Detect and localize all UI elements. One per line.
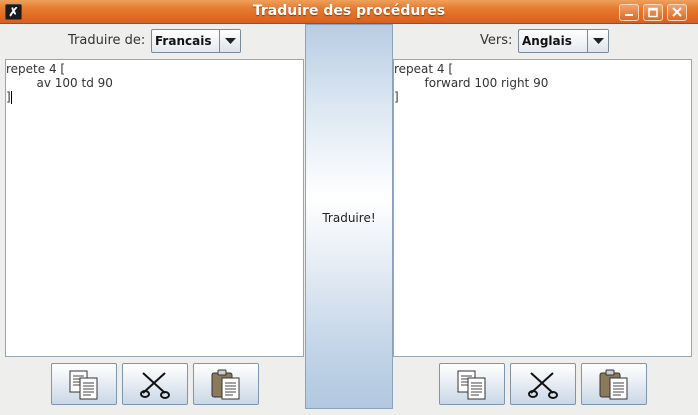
close-button[interactable] xyxy=(667,4,687,21)
source-code-editor[interactable]: repete 4 [ av 100 td 90 ] xyxy=(5,59,304,357)
target-language-value: Anglais xyxy=(522,34,572,48)
target-dropdown-button[interactable] xyxy=(587,30,608,52)
translate-button-label: Traduire! xyxy=(322,211,376,225)
source-language-label: Traduire de: xyxy=(68,33,146,48)
source-cut-button[interactable] xyxy=(122,363,188,405)
target-cut-button[interactable] xyxy=(510,363,576,405)
source-line: repete 4 [ xyxy=(6,62,66,76)
source-dropdown-button[interactable] xyxy=(219,30,240,52)
copy-icon xyxy=(457,370,486,400)
cut-icon xyxy=(140,372,170,399)
title-bar[interactable]: ✗ Traduire des procédures xyxy=(0,0,698,24)
target-code-editor[interactable]: repeat 4 [ forward 100 right 90 ] xyxy=(393,59,692,357)
window-title: Traduire des procédures xyxy=(252,3,446,19)
paste-icon xyxy=(599,369,628,400)
chevron-down-icon xyxy=(225,38,236,44)
source-line: av 100 td 90 xyxy=(6,76,113,90)
minimize-button[interactable] xyxy=(619,4,639,21)
cut-icon xyxy=(528,372,558,399)
text-caret xyxy=(11,91,12,104)
target-language-label: Vers: xyxy=(480,33,513,48)
source-copy-button[interactable] xyxy=(51,363,117,405)
target-line: ] xyxy=(394,90,399,104)
target-line: forward 100 right 90 xyxy=(394,76,549,90)
target-copy-button[interactable] xyxy=(439,363,505,405)
source-paste-button[interactable] xyxy=(193,363,259,405)
source-language-select[interactable]: Francais xyxy=(151,29,241,53)
target-language-select[interactable]: Anglais xyxy=(518,29,609,53)
paste-icon xyxy=(211,369,240,400)
chevron-down-icon xyxy=(593,38,604,44)
copy-icon xyxy=(69,370,98,400)
translate-button[interactable]: Traduire! xyxy=(305,24,393,409)
minimize-icon xyxy=(625,14,633,16)
maximize-icon xyxy=(648,7,658,18)
target-paste-button[interactable] xyxy=(581,363,647,405)
close-icon xyxy=(672,7,682,17)
target-line: repeat 4 [ xyxy=(394,62,454,76)
source-line: ] xyxy=(6,90,11,104)
maximize-button[interactable] xyxy=(643,4,663,21)
source-language-value: Francais xyxy=(155,34,212,48)
